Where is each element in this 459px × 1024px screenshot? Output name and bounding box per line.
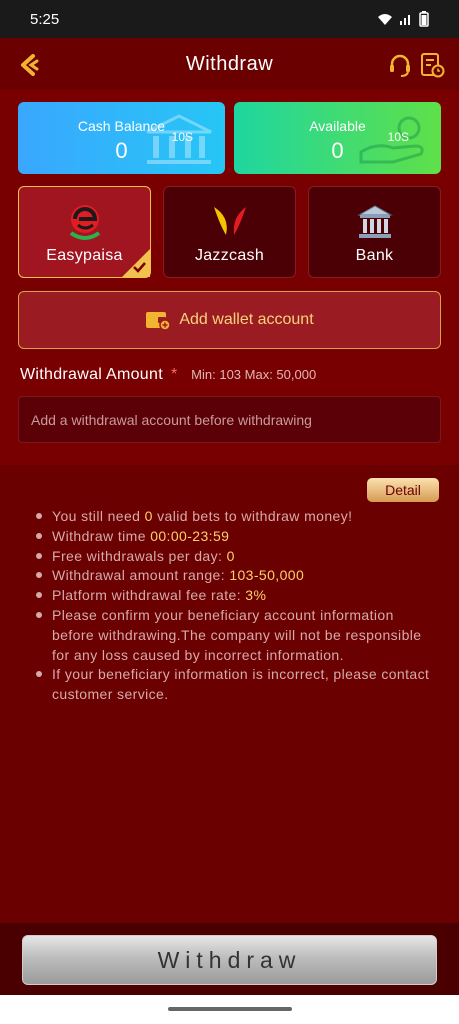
rule-item: Platform withdrawal fee rate: 3%: [36, 586, 436, 606]
withdraw-button[interactable]: Withdraw: [22, 935, 437, 985]
available-balance-unit: 10S: [387, 130, 409, 144]
jazzcash-logo-icon: [213, 207, 246, 235]
rule-item: Withdrawal amount range: 103-50,000: [36, 566, 436, 586]
signal-icon: [400, 15, 410, 25]
cash-balance-label: Cash Balance: [77, 118, 166, 134]
headset-icon: [390, 54, 410, 77]
status-icons: [377, 11, 429, 27]
back-button[interactable]: [14, 50, 44, 80]
customer-service-button[interactable]: [385, 50, 415, 80]
method-bank[interactable]: Bank: [308, 186, 441, 278]
battery-icon: [419, 11, 429, 27]
required-mark: *: [170, 366, 178, 383]
status-bar: 5:25: [0, 0, 459, 38]
rule-item: If your beneficiary information is incor…: [36, 665, 436, 705]
wallet-add-icon: [146, 312, 172, 331]
bank-icon: [356, 205, 393, 238]
withdrawal-amount-header: Withdrawal Amount * Min: 103 Max: 50,000: [20, 366, 316, 384]
rule-item: Withdraw time 00:00-23:59: [36, 527, 436, 547]
cash-balance-unit: 10S: [171, 130, 193, 144]
available-balance-amount: 0: [331, 138, 344, 163]
easypaisa-logo-icon: [69, 205, 100, 240]
amount-range: Min: 103 Max: 50,000: [191, 367, 317, 382]
method-label: Jazzcash: [194, 247, 265, 264]
checkmark-icon: [133, 262, 146, 273]
footer-bar: Withdraw: [0, 923, 459, 995]
home-gesture-handle[interactable]: [168, 1007, 292, 1011]
app-header: Withdraw: [0, 38, 459, 90]
back-arrow-icon: [21, 54, 39, 76]
wifi-icon: [378, 14, 392, 25]
rule-item: Please confirm your beneficiary account …: [36, 606, 436, 665]
available-balance-label: Available: [309, 118, 366, 134]
cash-balance-amount: 0: [115, 138, 128, 163]
method-label: Bank: [355, 247, 394, 264]
withdraw-rules-list: You still need 0 valid bets to withdraw …: [36, 507, 436, 705]
method-jazzcash[interactable]: Jazzcash: [163, 186, 296, 278]
withdraw-history-button[interactable]: [417, 50, 447, 80]
withdrawal-amount-input[interactable]: [18, 396, 441, 443]
page-title: Withdraw: [185, 52, 274, 75]
withdraw-form: Cash Balance 0 10S Available 0 10S Easyp…: [0, 90, 459, 465]
rule-item: Free withdrawals per day: 0: [36, 547, 436, 567]
add-wallet-label: Add wallet account: [179, 311, 314, 328]
add-wallet-button[interactable]: Add wallet account: [18, 291, 441, 349]
cash-balance-card: Cash Balance 0 10S: [18, 102, 225, 174]
status-time: 5:25: [30, 10, 60, 28]
withdraw-info-panel: Detail You still need 0 valid bets to wi…: [0, 465, 459, 923]
detail-button[interactable]: Detail: [367, 478, 439, 502]
method-easypaisa[interactable]: Easypaisa: [18, 186, 151, 278]
history-icon: [421, 53, 445, 78]
system-nav-bar: [0, 995, 459, 1024]
available-balance-card: Available 0 10S: [234, 102, 441, 174]
rule-item: You still need 0 valid bets to withdraw …: [36, 507, 436, 527]
withdrawal-amount-title: Withdrawal Amount: [20, 366, 163, 383]
